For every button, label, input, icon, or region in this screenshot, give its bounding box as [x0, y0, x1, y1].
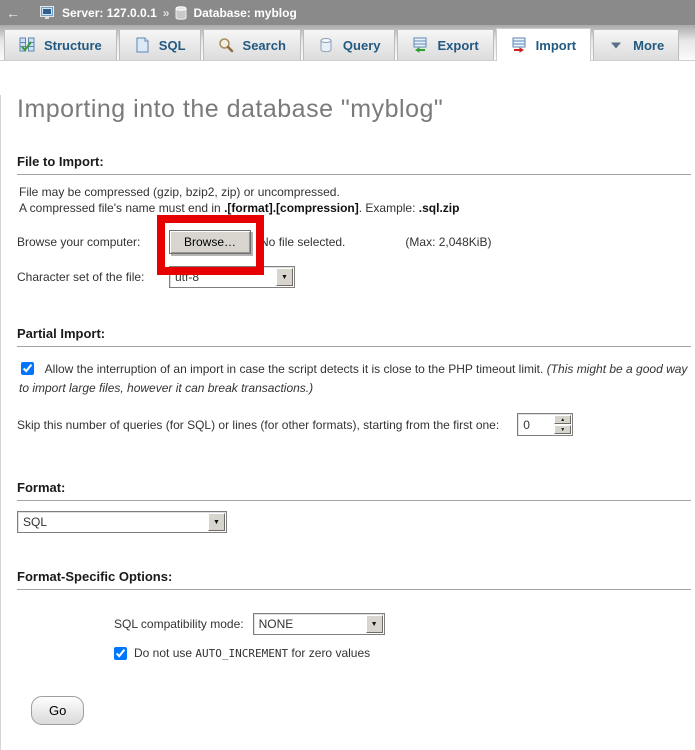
sql-compatibility-select[interactable]: NONE ▼	[253, 613, 385, 635]
structure-icon	[19, 37, 35, 53]
allow-interruption-row: Allow the interruption of an import in c…	[19, 360, 691, 398]
auto-increment-prefix: Do not use	[134, 646, 195, 660]
no-file-selected-text: No file selected.	[260, 235, 345, 249]
auto-increment-code: AUTO_INCREMENT	[195, 647, 288, 660]
spinner: ▲ ▼	[554, 415, 571, 434]
skip-queries-value: 0	[518, 414, 553, 435]
format-select[interactable]: SQL ▼	[17, 511, 227, 533]
name-rule-pattern: .[format].[compression]	[224, 201, 359, 215]
tab-bar: Structure SQL Search Query	[0, 25, 695, 61]
chevron-down-icon	[608, 37, 624, 53]
tab-export[interactable]: Export	[397, 29, 493, 60]
charset-label: Character set of the file:	[17, 270, 169, 284]
skip-queries-input[interactable]: 0 ▲ ▼	[517, 413, 573, 436]
compression-info: File may be compressed (gzip, bzip2, zip…	[19, 184, 691, 216]
tab-import[interactable]: Import	[496, 28, 591, 61]
breadcrumb-database[interactable]: Database: myblog	[193, 6, 296, 20]
tab-search[interactable]: Search	[203, 29, 301, 60]
sql-compatibility-label: SQL compatibility mode:	[114, 617, 244, 631]
charset-selected-value: utf-8	[170, 267, 275, 287]
dropdown-arrow-icon[interactable]: ▼	[276, 268, 293, 286]
allow-interruption-text: Allow the interruption of an import in c…	[45, 362, 547, 376]
auto-increment-row: Do not use AUTO_INCREMENT for zero value…	[114, 646, 691, 660]
go-button[interactable]: Go	[31, 696, 84, 725]
breadcrumb-bar: ← Server: 127.0.0.1 » Database: myblog	[0, 0, 695, 25]
query-icon	[318, 37, 334, 53]
tab-more[interactable]: More	[593, 29, 679, 60]
partial-import-heading: Partial Import:	[17, 326, 691, 347]
auto-increment-checkbox[interactable]	[114, 647, 127, 660]
name-rule-example: .sql.zip	[419, 201, 460, 215]
server-icon	[40, 6, 56, 20]
spinner-down-icon[interactable]: ▼	[554, 425, 571, 434]
dropdown-arrow-icon[interactable]: ▼	[208, 513, 225, 531]
skip-queries-label: Skip this number of queries (for SQL) or…	[17, 418, 499, 432]
tab-query[interactable]: Query	[303, 29, 396, 60]
charset-row: Character set of the file: utf-8 ▼	[17, 266, 691, 288]
import-icon	[511, 37, 527, 53]
format-heading: Format:	[17, 480, 691, 501]
sql-icon	[134, 37, 150, 53]
tab-label: More	[633, 38, 664, 53]
search-icon	[218, 37, 234, 53]
browse-row: Browse your computer: Browse… No file se…	[17, 230, 691, 254]
sql-compatibility-row: SQL compatibility mode: NONE ▼	[114, 613, 691, 635]
tab-label: Search	[243, 38, 286, 53]
tab-label: Import	[536, 38, 576, 53]
name-rule-mid: . Example:	[359, 201, 419, 215]
breadcrumb-server[interactable]: Server: 127.0.0.1	[62, 6, 157, 20]
tab-label: Export	[437, 38, 478, 53]
page-title: Importing into the database "myblog"	[17, 95, 691, 124]
export-icon	[412, 37, 428, 53]
skip-queries-row: Skip this number of queries (for SQL) or…	[17, 413, 691, 436]
tab-label: Query	[343, 38, 381, 53]
auto-increment-suffix: for zero values	[288, 646, 370, 660]
sql-compatibility-value: NONE	[254, 614, 365, 634]
tab-sql[interactable]: SQL	[119, 29, 201, 60]
name-rule-prefix: A compressed file's name must end in	[19, 201, 224, 215]
tab-structure[interactable]: Structure	[4, 29, 117, 60]
breadcrumb-separator: »	[163, 6, 170, 20]
browse-button[interactable]: Browse…	[169, 230, 251, 254]
browse-label: Browse your computer:	[17, 235, 169, 249]
import-page: Importing into the database "myblog" Fil…	[0, 95, 695, 750]
format-specific-options-heading: Format-Specific Options:	[17, 569, 691, 590]
tab-label: Structure	[44, 38, 102, 53]
file-to-import-heading: File to Import:	[17, 154, 691, 175]
database-icon	[175, 6, 187, 20]
tab-label: SQL	[159, 38, 186, 53]
dropdown-arrow-icon[interactable]: ▼	[366, 615, 383, 633]
format-selected-value: SQL	[18, 512, 207, 532]
back-arrow-icon[interactable]: ←	[6, 5, 20, 21]
compression-line: File may be compressed (gzip, bzip2, zip…	[19, 185, 340, 199]
charset-select[interactable]: utf-8 ▼	[169, 266, 295, 288]
auto-increment-text: Do not use AUTO_INCREMENT for zero value…	[134, 646, 370, 660]
max-upload-size: (Max: 2,048KiB)	[405, 235, 491, 249]
allow-interruption-checkbox[interactable]	[21, 362, 34, 375]
spinner-up-icon[interactable]: ▲	[554, 415, 571, 424]
